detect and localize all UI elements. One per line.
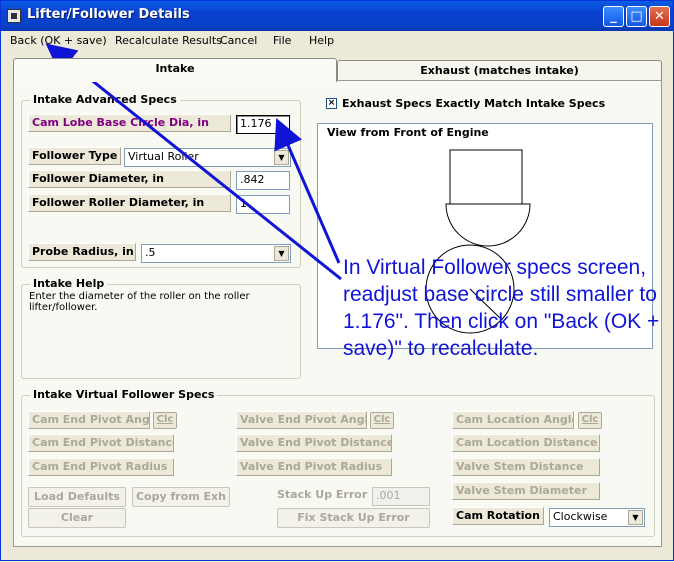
tab-intake[interactable]: Intake xyxy=(13,58,337,82)
menu-bar: Back (OK + save) Recalculate Results Can… xyxy=(1,31,673,51)
cam-location-angle-clc-button[interactable]: Clc xyxy=(578,412,602,429)
load-defaults-button[interactable]: Load Defaults xyxy=(28,487,126,507)
follower-diameter-label: Follower Diameter, in xyxy=(28,170,231,188)
probe-radius-value: .5 xyxy=(145,246,156,259)
valve-end-pivot-distance-label: Valve End Pivot Distance xyxy=(236,434,392,452)
chevron-down-icon[interactable]: ▼ xyxy=(274,246,289,261)
cam-end-pivot-distance-label: Cam End Pivot Distance xyxy=(28,434,174,452)
valve-stem-distance-label: Valve Stem Distance xyxy=(452,458,600,476)
chevron-down-icon[interactable]: ▼ xyxy=(274,150,289,165)
roller-diameter-label: Follower Roller Diameter, in xyxy=(28,194,231,212)
menu-back-ok-save[interactable]: Back (OK + save) xyxy=(10,34,107,47)
help-text: Enter the diameter of the roller on the … xyxy=(29,291,250,313)
menu-cancel[interactable]: Cancel xyxy=(220,34,257,47)
base-circle-label: Cam Lobe Base Circle Dia, in xyxy=(28,114,231,132)
cam-location-angle-label: Cam Location Angle xyxy=(452,411,574,429)
annotation-text: In Virtual Follower specs screen, readju… xyxy=(343,256,660,360)
probe-radius-label: Probe Radius, in xyxy=(28,243,136,261)
menu-file[interactable]: File xyxy=(273,34,291,47)
clear-button[interactable]: Clear xyxy=(28,508,126,528)
window-title: Lifter/Follower Details xyxy=(27,7,190,22)
cam-rotation-label: Cam Rotation xyxy=(452,507,544,525)
tab-exhaust[interactable]: Exhaust (matches intake) xyxy=(337,60,662,82)
maximize-button[interactable]: □ xyxy=(626,6,647,27)
stack-up-error-label: Stack Up Error xyxy=(277,488,368,501)
chevron-down-icon[interactable]: ▼ xyxy=(628,510,643,525)
fix-stack-up-error-button[interactable]: Fix Stack Up Error xyxy=(277,508,430,528)
exhaust-match-label: Exhaust Specs Exactly Match Intake Specs xyxy=(342,97,606,110)
cam-location-distance-label: Cam Location Distance xyxy=(452,434,600,452)
roller-diameter-input[interactable]: 1 xyxy=(236,195,290,214)
group-title: Intake Advanced Specs xyxy=(30,93,180,106)
valve-end-pivot-radius-label: Valve End Pivot Radius xyxy=(236,458,392,476)
follower-type-label: Follower Type xyxy=(28,147,121,165)
virtual-title: Intake Virtual Follower Specs xyxy=(30,388,218,401)
probe-radius-select[interactable]: .5 ▼ xyxy=(141,244,291,263)
menu-help[interactable]: Help xyxy=(309,34,334,47)
exhaust-match-checkbox[interactable]: × xyxy=(326,98,337,109)
help-title: Intake Help xyxy=(30,277,108,290)
title-bar: Lifter/Follower Details _ □ ✕ xyxy=(1,1,673,31)
cam-end-pivot-angle-label: Cam End Pivot Angle xyxy=(28,411,150,429)
follower-roller xyxy=(445,203,531,247)
base-circle-input[interactable]: 1.176 xyxy=(236,115,290,134)
copy-from-exh-button[interactable]: Copy from Exh xyxy=(132,487,230,507)
stack-up-error-input[interactable]: .001 xyxy=(372,487,430,506)
cam-rotation-value: Clockwise xyxy=(553,510,608,523)
cam-rotation-select[interactable]: Clockwise ▼ xyxy=(549,508,645,527)
valve-end-pivot-angle-label: Valve End Pivot Angle xyxy=(236,411,367,429)
menu-recalculate-results[interactable]: Recalculate Results xyxy=(115,34,222,47)
valve-stem-diameter-label: Valve Stem Diameter xyxy=(452,482,600,500)
app-icon xyxy=(7,9,21,23)
valve-end-pivot-angle-clc-button[interactable]: Clc xyxy=(370,412,394,429)
follower-diameter-input[interactable]: .842 xyxy=(236,171,290,190)
lifter-body xyxy=(449,149,523,205)
lifter-follower-window: Lifter/Follower Details _ □ ✕ Back (OK +… xyxy=(0,0,674,561)
cam-end-pivot-angle-clc-button[interactable]: Clc xyxy=(153,412,177,429)
minimize-button[interactable]: _ xyxy=(603,6,624,27)
cam-end-pivot-radius-label: Cam End Pivot Radius xyxy=(28,458,174,476)
follower-type-select[interactable]: Virtual Roller ▼ xyxy=(124,148,291,167)
close-button[interactable]: ✕ xyxy=(649,6,670,27)
follower-type-value: Virtual Roller xyxy=(128,150,199,163)
